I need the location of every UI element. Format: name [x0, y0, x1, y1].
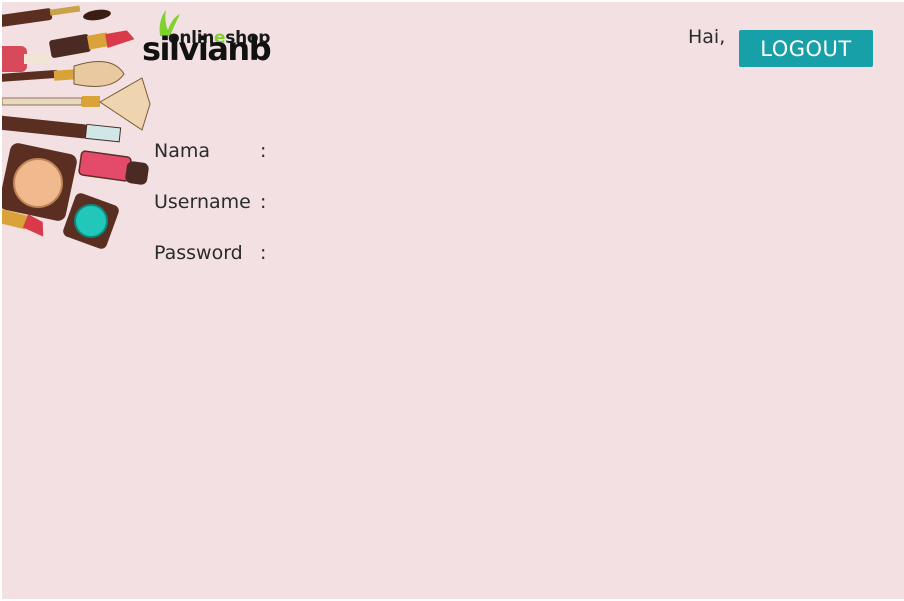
- lip-gloss-icon: [78, 150, 149, 185]
- nama-label: Nama: [154, 140, 211, 162]
- nama-separator: :: [260, 140, 267, 162]
- password-label: Password: [154, 242, 243, 264]
- lipstick-icon: [49, 30, 135, 58]
- username-separator: :: [260, 191, 267, 213]
- username-label: Username: [154, 191, 251, 213]
- mascara-icon: [2, 5, 111, 28]
- compact-powder-icon: [2, 143, 77, 221]
- brand-name: silvianb: [142, 30, 272, 68]
- greeting-text: Hai,: [688, 26, 726, 48]
- brand-logo[interactable]: onlineshop silvianb: [142, 8, 282, 70]
- page-background: onlineshop silvianb Hai, LOGOUT Nama : U…: [2, 2, 904, 599]
- password-separator: :: [260, 242, 267, 264]
- cosmetics-illustration: [2, 5, 151, 249]
- eyeshadow-icon: [63, 193, 119, 249]
- eyeliner-icon: [2, 115, 122, 143]
- logout-button[interactable]: LOGOUT: [739, 30, 873, 67]
- nail-polish-icon: [2, 46, 50, 72]
